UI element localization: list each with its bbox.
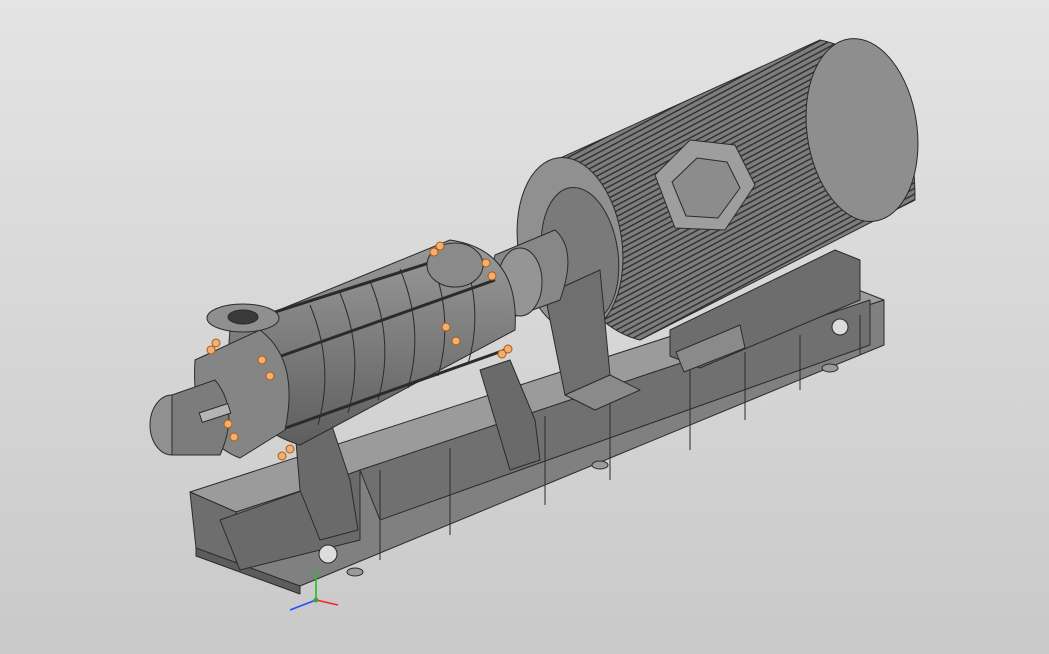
model-canvas[interactable] (0, 0, 1049, 654)
3d-viewport[interactable] (0, 0, 1049, 654)
z-axis-line (289, 599, 317, 611)
x-axis-line (315, 599, 339, 606)
